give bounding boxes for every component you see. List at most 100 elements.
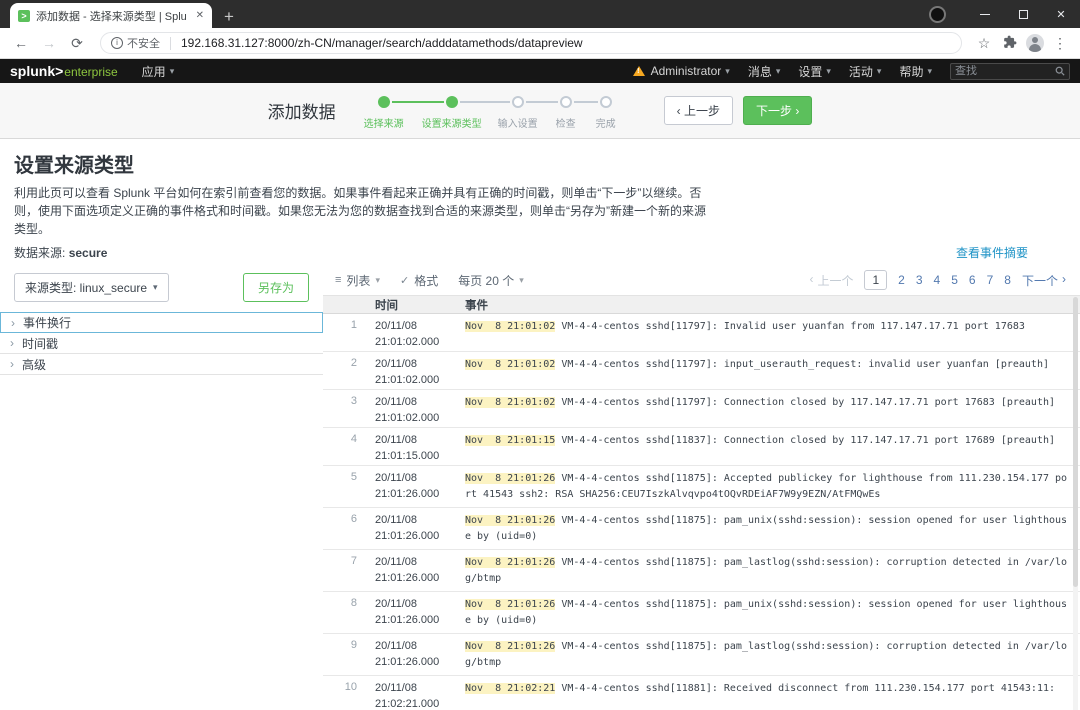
caret-down-icon: ▾ [153,282,158,292]
row-number: 1 [350,319,357,331]
table-row: 5 20/11/08 21:01:26.000 Nov 8 21:01:26 VM… [323,466,1080,508]
page-button-8[interactable]: 8 [1004,273,1011,287]
accordion-section-2[interactable]: › 高级 [0,354,323,375]
accordion-section-0[interactable]: › 事件换行 [0,312,323,333]
info-icon: i [111,37,123,49]
page-button-6[interactable]: 6 [969,273,976,287]
check-icon: ✓ [399,274,410,287]
administrator-menu[interactable]: ! Administrator ▾ [632,64,730,78]
wizard-step-circle [511,95,524,108]
table-row: 7 20/11/08 21:01:26.000 Nov 8 21:01:26 VM… [323,550,1080,592]
column-event: 事件 [465,299,488,312]
pagination-pages: 12345678 [864,270,1011,290]
tab-close-icon[interactable]: ✕ [196,10,204,21]
profile-avatar-icon[interactable] [1026,34,1044,52]
pagination-next[interactable]: 下一个 › [1022,272,1066,289]
caret-down-icon: ▾ [519,274,524,285]
row-number: 7 [350,555,357,567]
splunk-favicon-icon: > [18,9,30,22]
previous-step-button[interactable]: ‹ 上一步 [663,96,733,125]
security-chip[interactable]: i 不安全 [111,35,160,51]
wizard-title: 添加数据 [267,103,336,122]
per-page-dropdown[interactable]: 每页 20 个 ▾ [458,272,524,289]
row-event: Nov 8 21:01:26 VM-4-4-centos sshd[11875]… [465,641,1068,668]
browser-profile-icon[interactable] [929,5,946,23]
chevron-left-icon: ‹ [809,271,814,286]
wizard-step-connector [391,100,444,103]
row-number: 8 [350,597,357,609]
vertical-scrollbar[interactable] [1073,297,1078,710]
window-minimize-button[interactable] [966,0,1004,28]
accordion-section-1[interactable]: › 时间戳 [0,333,323,354]
settings-menu[interactable]: 设置 ▾ [798,63,831,80]
left-sections: › 事件换行 › 时间戳 › 高级 [0,312,323,375]
wizard-step-label: 选择来源 [363,118,404,130]
table-row: 8 20/11/08 21:01:26.000 Nov 8 21:01:26 VM… [323,592,1080,634]
forward-icon[interactable]: → [38,35,60,51]
url-text: 192.168.31.127:8000/zh-CN/manager/search… [181,36,583,50]
data-source-text: 数据来源: secure [14,246,108,260]
chevron-right-icon: › [10,336,14,350]
wizard-step-label: 输入设置 [497,118,538,130]
page-button-2[interactable]: 2 [898,273,905,287]
find-input[interactable] [955,65,1055,77]
page-head: 设置来源类型 利用此页可以查看 Splunk 平台如何在索引前查看您的数据。如果… [0,139,1080,261]
help-menu[interactable]: 帮助 ▾ [899,63,932,80]
format-dropdown[interactable]: ✓ 格式 [400,272,438,289]
list-icon: ≡ [335,274,342,286]
apps-menu[interactable]: 应用 ▾ [142,63,175,80]
bookmark-star-icon[interactable]: ☆ [974,35,994,52]
row-time: 20/11/08 21:01:15.000 [375,434,440,462]
messages-menu[interactable]: 消息 ▾ [748,63,781,80]
find-searchbox[interactable] [950,62,1070,80]
page-button-4[interactable]: 4 [934,273,941,287]
browser-tab[interactable]: > 添加数据 - 选择来源类型 | Splu ✕ [10,3,212,28]
next-step-button[interactable]: 下一步 › [743,96,813,125]
save-as-button[interactable]: 另存为 [242,273,309,302]
activity-menu[interactable]: 活动 ▾ [849,63,882,80]
row-number: 9 [350,639,357,651]
scrollbar-thumb[interactable] [1073,297,1078,587]
tab-title: 添加数据 - 选择来源类型 | Splu [36,10,187,23]
view-mode-dropdown[interactable]: ≡ 列表 ▾ [335,272,380,289]
sourcetype-dropdown[interactable]: 来源类型: linux_secure ▾ [14,273,169,302]
warning-icon: ! [632,66,645,76]
back-icon[interactable]: ← [10,35,32,51]
reload-icon[interactable]: ⟳ [66,35,88,52]
page-button-5[interactable]: 5 [951,273,958,287]
extensions-puzzle-icon[interactable] [1000,35,1020,52]
caret-down-icon: ▾ [775,65,781,76]
url-bar[interactable]: i 不安全 192.168.31.127:8000/zh-CN/manager/… [100,32,962,54]
accordion-section-label: 时间戳 [22,336,59,351]
timestamp-highlight: Nov 8 21:01:26 [465,473,556,484]
caret-down-icon: ▾ [876,65,882,76]
new-tab-button[interactable]: + [224,8,234,25]
row-event: Nov 8 21:01:02 VM-4-4-centos sshd[11797]… [465,359,1049,370]
wizard-step-label: 设置来源类型 [421,118,482,130]
window-maximize-button[interactable] [1004,0,1042,28]
wizard-step-circle [559,95,572,108]
event-preview-panel: ≡ 列表 ▾ ✓ 格式 每页 20 个 ▾ ‹ 上一个 12345678 下一个 [323,265,1080,710]
row-number: 3 [350,395,357,407]
row-event: Nov 8 21:01:15 VM-4-4-centos sshd[11837]… [465,435,1056,446]
wizard-step-circle [377,95,390,108]
caret-down-icon: ▾ [375,274,380,285]
row-number: 10 [344,681,357,693]
chevron-right-icon: › [1062,271,1066,286]
view-event-summary-link[interactable]: 查看事件摘要 [956,244,1028,261]
row-event: Nov 8 21:01:02 VM-4-4-centos sshd[11797]… [465,321,1025,332]
timestamp-highlight: Nov 8 21:01:02 [465,397,556,408]
browser-menu-icon[interactable]: ⋮ [1050,35,1070,52]
wizard-step-circle [599,95,612,108]
caret-down-icon: ▾ [927,65,932,76]
row-event: Nov 8 21:01:26 VM-4-4-centos sshd[11875]… [465,599,1068,626]
page-button-7[interactable]: 7 [987,273,994,287]
window-close-button[interactable]: ✕ [1042,0,1080,28]
page-button-1[interactable]: 1 [864,270,888,290]
row-time: 20/11/08 21:01:02.000 [375,320,440,348]
table-row: 2 20/11/08 21:01:02.000 Nov 8 21:01:02 VM… [323,352,1080,390]
browser-tabstrip: > 添加数据 - 选择来源类型 | Splu ✕ + ✕ [0,0,1080,28]
pagination-prev[interactable]: ‹ 上一个 [809,272,853,289]
page-button-3[interactable]: 3 [916,273,923,287]
table-row: 10 20/11/08 21:02:21.000 Nov 8 21:02:21 V… [323,676,1080,710]
